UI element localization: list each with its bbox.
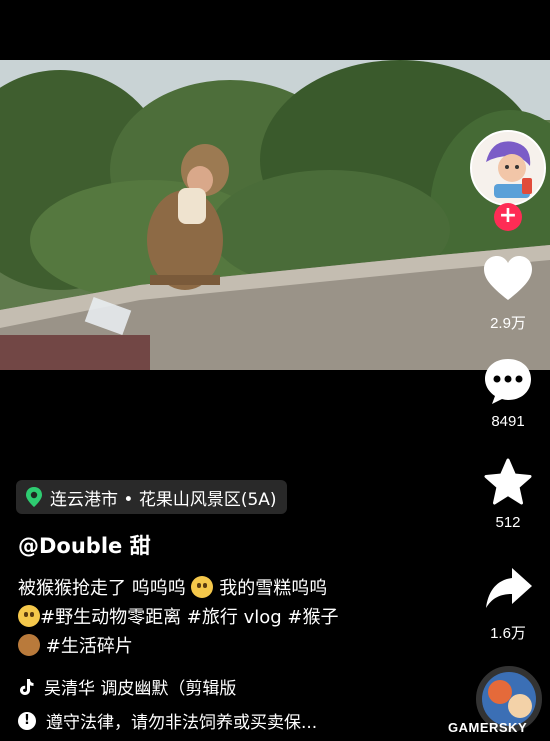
author-avatar[interactable] <box>470 130 546 206</box>
hashtags-line-2[interactable]: #野生动物零距离 #旅行 vlog #猴子 <box>40 607 339 628</box>
favorite-count: 512 <box>495 514 521 531</box>
like-count: 2.9万 <box>490 315 526 332</box>
location-tag[interactable]: 连云港市 • 花果山风景区(5A) <box>16 480 287 514</box>
music-label: 吴清华 调皮幽默（剪辑版 <box>44 679 237 699</box>
share-arrow-icon[interactable] <box>482 564 534 614</box>
location-pin-icon <box>26 487 42 507</box>
pleading-face-emoji <box>191 576 214 598</box>
monkey-emoji <box>18 634 40 656</box>
music-info[interactable]: 吴清华 调皮幽默（剪辑版 <box>18 674 236 699</box>
follow-button[interactable]: + <box>494 203 522 231</box>
description-line-1b: 我的雪糕呜呜 <box>219 578 328 599</box>
info-icon: ! <box>18 711 36 730</box>
author-name[interactable]: @Double 甜 <box>18 530 151 560</box>
share-count: 1.6万 <box>490 625 526 642</box>
legal-notice[interactable]: ! 遵守法律，请勿非法饲养或买卖保... <box>18 708 317 733</box>
description-line-1: 被猴猴抢走了 呜呜呜 <box>18 578 186 599</box>
music-cover-image <box>482 672 536 726</box>
hashtags-line-3[interactable]: #生活碎片 <box>46 636 133 657</box>
video-player[interactable] <box>0 60 550 370</box>
comment-count: 8491 <box>491 413 525 430</box>
notice-label: 遵守法律，请勿非法饲养或买卖保... <box>46 713 318 733</box>
location-label: 连云港市 • 花果山风景区(5A) <box>50 489 277 510</box>
favorite-star-icon[interactable] <box>482 458 534 508</box>
video-frame-image <box>0 60 550 370</box>
video-description: 被猴猴抢走了 呜呜呜 我的雪糕呜呜 #野生动物零距离 #旅行 vlog #猴子 … <box>18 574 458 661</box>
tiktok-note-icon <box>20 678 34 695</box>
gamersky-watermark: GAMERSKY <box>448 720 528 735</box>
pleading-face-emoji <box>18 605 40 627</box>
comment-bubble-icon[interactable] <box>482 356 534 406</box>
like-heart-icon[interactable] <box>482 254 534 304</box>
